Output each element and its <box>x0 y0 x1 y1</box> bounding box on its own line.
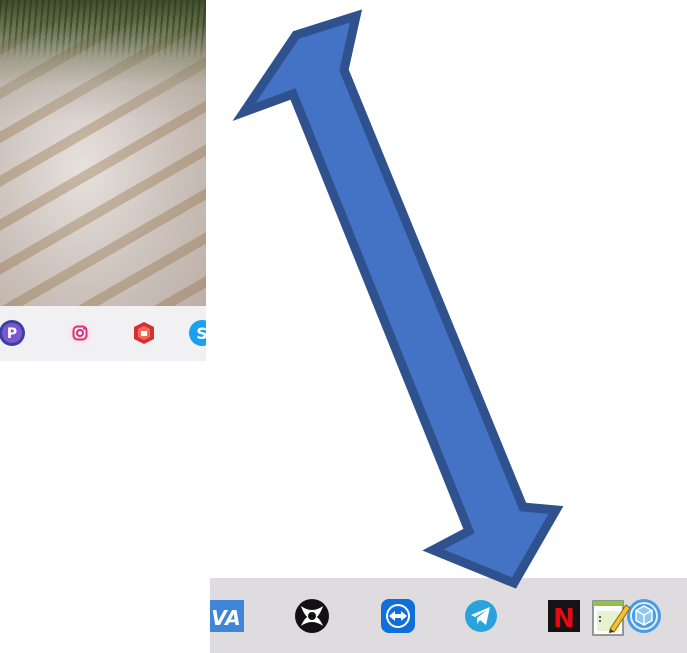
telegram-icon[interactable] <box>461 596 501 636</box>
mini-taskbar: P S <box>0 306 206 361</box>
wallpaper-grass <box>0 0 206 60</box>
app-va-text: VA <box>211 606 241 630</box>
arrow-shape <box>232 9 564 589</box>
teamviewer-icon[interactable] <box>378 596 418 636</box>
instagram-icon[interactable] <box>66 319 94 347</box>
picsart-icon[interactable]: P <box>0 319 26 347</box>
desktop-screenshot-crop: P S <box>0 0 206 361</box>
picsart-letter: P <box>7 326 17 342</box>
netflix-icon[interactable]: N <box>544 596 584 636</box>
netflix-letter: N <box>553 604 575 634</box>
sketchup-icon[interactable] <box>130 319 158 347</box>
notepad-icon[interactable] <box>588 595 632 639</box>
skype-letter: S <box>196 324 206 343</box>
skype-icon[interactable]: S <box>188 319 206 347</box>
app-va-icon[interactable]: VA <box>210 596 250 636</box>
xbox-icon[interactable] <box>292 596 332 636</box>
wallpaper-photo <box>0 0 206 306</box>
